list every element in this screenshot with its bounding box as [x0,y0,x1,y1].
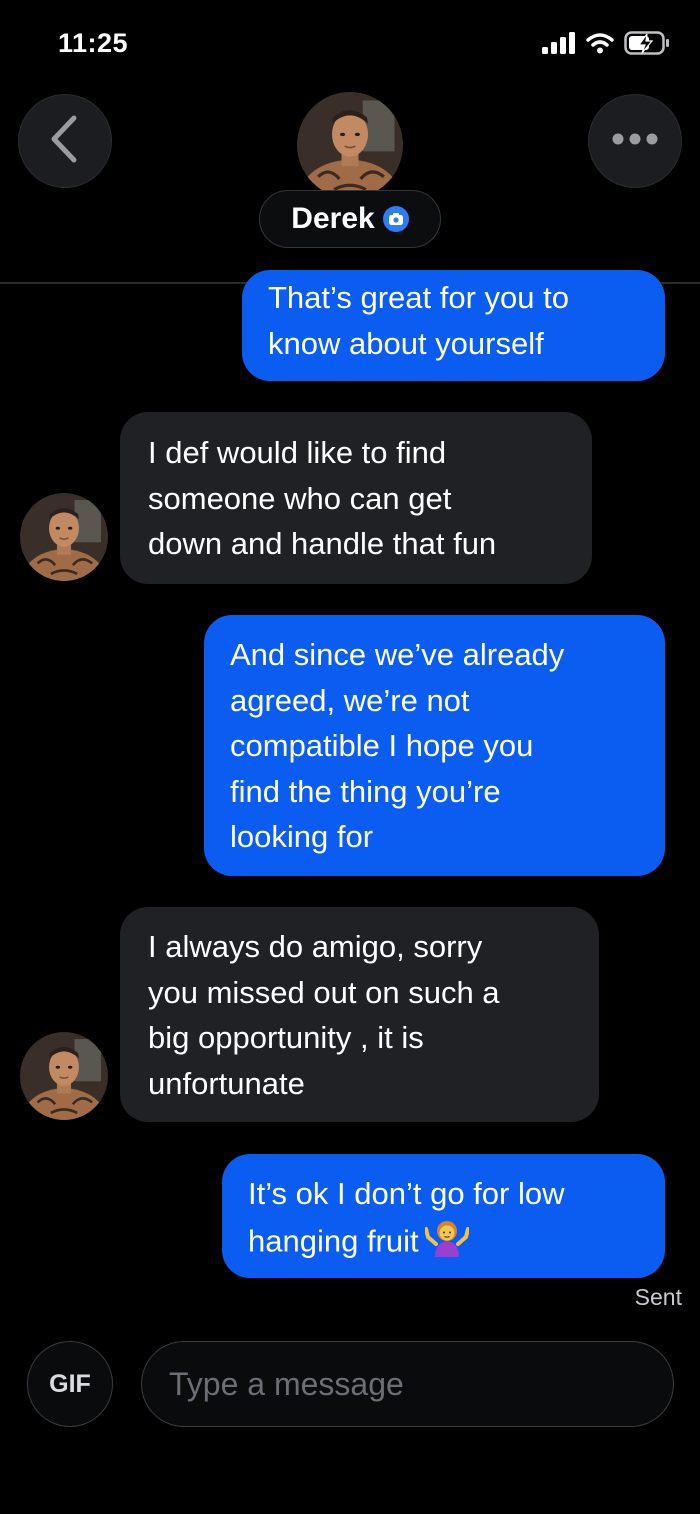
more-dots-icon [612,132,658,150]
wifi-icon [586,32,614,59]
contact-name: Derek [291,202,375,235]
message-line: I always do amigo, sorry [148,929,483,964]
message-line-text: hanging fruit [248,1222,419,1258]
message-line: looking for [230,819,374,854]
message-line-with-emoji: hanging fruit [248,1217,643,1270]
message-input[interactable] [141,1341,674,1427]
message-line: agreed, we’re not [230,682,470,718]
message-bubble-received[interactable]: I def would like to find someone who can… [120,412,592,584]
status-time: 11:25 [58,28,129,58]
camera-verified-icon [382,206,409,232]
status-icons [542,30,670,60]
message-bubble-received[interactable]: I always do amigo, sorry you missed out … [120,907,599,1122]
message-line: That’s great for you to [268,280,569,315]
chevron-left-icon [48,114,82,169]
message-line: And since we’ve already [230,637,565,672]
message-bubble-sent[interactable]: It’s ok I don’t go for low hanging fruit [222,1154,665,1278]
message-bubble-sent[interactable]: That’s great for you to know about yours… [242,270,665,381]
signal-icon [542,31,576,59]
person-shrugging-icon [423,1217,470,1270]
back-button[interactable] [18,94,112,188]
delivery-status: Sent [634,1284,682,1310]
message-line: I def would like to find [148,435,447,470]
message-line: unfortunate [148,1065,305,1101]
contact-avatar-small[interactable] [20,1032,108,1120]
message-line: down and handle that fun [148,526,497,561]
contact-avatar-small[interactable] [20,493,108,581]
message-bubble-sent[interactable]: And since we’ve already agreed, we’re no… [204,615,665,876]
message-line: compatible I hope you [230,728,534,763]
message-line: It’s ok I don’t go for low [248,1176,565,1211]
message-line: you missed out on such a [148,974,500,1010]
message-line: big opportunity , it is [148,1020,424,1055]
battery-charging-icon [624,30,670,60]
contact-name-pill[interactable]: Derek [259,190,441,248]
message-line: know about yourself [268,325,544,361]
gif-button[interactable]: GIF [27,1341,113,1427]
more-options-button[interactable] [588,94,682,188]
message-line: someone who can get [148,480,452,516]
message-line: find the thing you’re [230,773,501,809]
contact-avatar[interactable] [297,92,403,198]
